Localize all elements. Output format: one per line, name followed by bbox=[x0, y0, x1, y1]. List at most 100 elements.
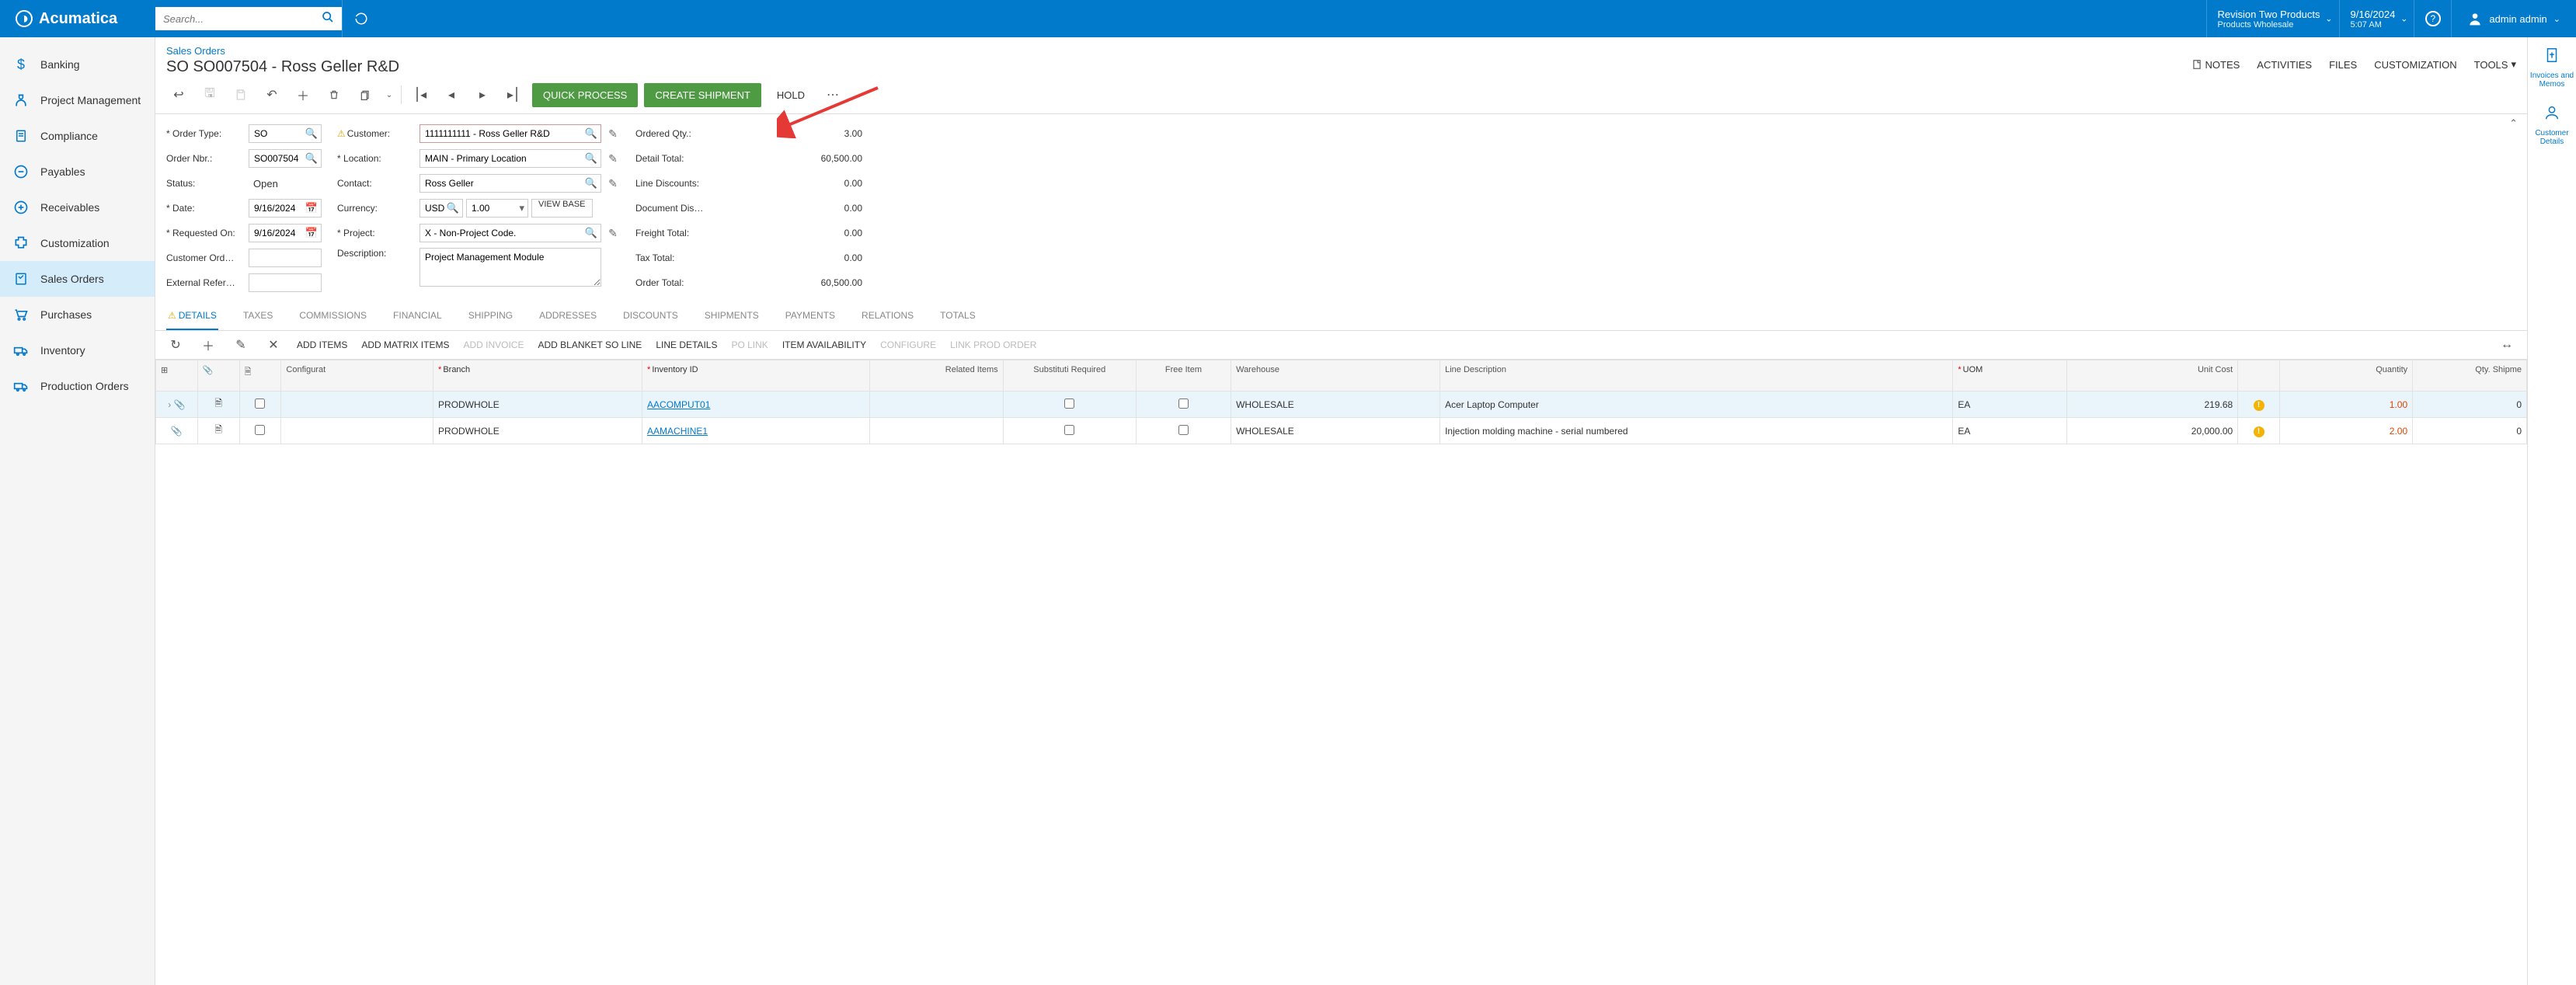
customer-ord-input[interactable] bbox=[249, 249, 322, 267]
cell-free-item[interactable] bbox=[1136, 418, 1231, 444]
requested-on-input[interactable]: 📅 bbox=[249, 224, 322, 242]
col-uom[interactable]: UOM bbox=[1953, 360, 2067, 392]
col-related-items[interactable]: Related Items bbox=[870, 360, 1003, 392]
cell-unit-cost[interactable]: 219.68 bbox=[2067, 392, 2238, 418]
cell-unit-cost[interactable]: 20,000.00 bbox=[2067, 418, 2238, 444]
view-base-button[interactable]: VIEW BASE bbox=[531, 199, 593, 218]
sidebar-item-receivables[interactable]: Receivables bbox=[0, 190, 155, 225]
cell-free-item[interactable] bbox=[1136, 392, 1231, 418]
line-details-button[interactable]: LINE DETAILS bbox=[656, 339, 717, 350]
cell-substituti[interactable] bbox=[1003, 418, 1136, 444]
calendar-icon[interactable]: 📅 bbox=[305, 202, 318, 214]
row-expand-icon[interactable]: › bbox=[168, 399, 171, 410]
cell-qty-shipme[interactable]: 0 bbox=[2413, 418, 2527, 444]
global-search[interactable] bbox=[155, 7, 342, 30]
add-matrix-items-button[interactable]: ADD MATRIX ITEMS bbox=[361, 339, 449, 350]
cell-substituti[interactable] bbox=[1003, 392, 1136, 418]
tab-shipments[interactable]: SHIPMENTS bbox=[703, 302, 761, 330]
search-input[interactable] bbox=[163, 13, 322, 25]
grid-edit-button[interactable]: ✎ bbox=[231, 337, 250, 353]
lookup-icon[interactable]: 🔍 bbox=[585, 152, 597, 165]
quick-process-button[interactable]: QUICK PROCESS bbox=[532, 83, 638, 107]
order-nbr-input[interactable]: 🔍 bbox=[249, 149, 322, 168]
add-items-button[interactable]: ADD ITEMS bbox=[297, 339, 347, 350]
grid-add-button[interactable]: ＋ bbox=[199, 336, 218, 354]
edit-icon[interactable]: ✎ bbox=[606, 177, 620, 190]
edit-icon[interactable]: ✎ bbox=[606, 227, 620, 240]
grid-delete-button[interactable]: ✕ bbox=[264, 337, 283, 353]
col-quantity[interactable]: Quantity bbox=[2279, 360, 2412, 392]
item-availability-button[interactable]: ITEM AVAILABILITY bbox=[782, 339, 866, 350]
notes-action[interactable]: NOTES bbox=[2191, 59, 2240, 71]
project-input[interactable]: 🔍 bbox=[419, 224, 601, 242]
external-ref-input[interactable] bbox=[249, 273, 322, 292]
row-attach-icon[interactable]: 📎 bbox=[156, 418, 198, 444]
customer-input[interactable]: 🔍 bbox=[419, 124, 601, 143]
col-branch[interactable]: Branch bbox=[433, 360, 642, 392]
cell-inventory-id[interactable]: AAMACHINE1 bbox=[642, 418, 870, 444]
cell-uom[interactable]: EA bbox=[1953, 392, 2067, 418]
refresh-button[interactable] bbox=[342, 0, 379, 37]
col-substituti[interactable]: Substituti Required bbox=[1003, 360, 1136, 392]
collapse-form-icon[interactable]: ⌃ bbox=[2509, 117, 2518, 130]
edit-icon[interactable]: ✎ bbox=[606, 127, 620, 141]
location-input[interactable]: 🔍 bbox=[419, 149, 601, 168]
col-configurat[interactable]: Configurat bbox=[281, 360, 433, 392]
row-note-icon[interactable]: 🗎 bbox=[197, 392, 239, 418]
order-type-input[interactable]: 🔍 bbox=[249, 124, 322, 143]
tab-financial[interactable]: FINANCIAL bbox=[392, 302, 444, 330]
col-line-description[interactable]: Line Description bbox=[1440, 360, 1953, 392]
lookup-icon[interactable]: 🔍 bbox=[585, 177, 597, 190]
lookup-icon[interactable]: 🔍 bbox=[305, 152, 318, 165]
sidebar-item-production-orders[interactable]: Production Orders bbox=[0, 368, 155, 404]
edit-icon[interactable]: ✎ bbox=[606, 152, 620, 165]
sidebar-item-customization[interactable]: Customization bbox=[0, 225, 155, 261]
brand-logo[interactable]: ◑ Acumatica bbox=[0, 10, 155, 28]
sidebar-item-banking[interactable]: $ Banking bbox=[0, 47, 155, 82]
tab-relations[interactable]: RELATIONS bbox=[860, 302, 915, 330]
breadcrumb[interactable]: Sales Orders bbox=[155, 37, 2527, 57]
col-expand[interactable]: ⊞ bbox=[156, 360, 198, 392]
col-notes[interactable]: 🗎 bbox=[239, 360, 281, 392]
sidebar-item-payables[interactable]: Payables bbox=[0, 154, 155, 190]
clipboard-button[interactable] bbox=[353, 82, 378, 107]
cell-line-description[interactable]: Acer Laptop Computer bbox=[1440, 392, 1953, 418]
cell-line-description[interactable]: Injection molding machine - serial numbe… bbox=[1440, 418, 1953, 444]
lookup-icon[interactable]: 🔍 bbox=[585, 227, 597, 239]
cell-quantity[interactable]: 1.00 bbox=[2279, 392, 2412, 418]
lookup-icon[interactable]: 🔍 bbox=[305, 127, 318, 140]
prev-button[interactable]: ◂ bbox=[439, 82, 464, 107]
currency-rate-input[interactable]: ▾ bbox=[466, 199, 528, 218]
col-warehouse[interactable]: Warehouse bbox=[1231, 360, 1440, 392]
cell-configurat[interactable] bbox=[281, 392, 433, 418]
sidebar-item-project-management[interactable]: Project Management bbox=[0, 82, 155, 118]
cell-branch[interactable]: PRODWHOLE bbox=[433, 392, 642, 418]
tab-discounts[interactable]: DISCOUNTS bbox=[621, 302, 680, 330]
last-button[interactable]: ▸⎮ bbox=[501, 82, 526, 107]
cell-configurat[interactable] bbox=[281, 418, 433, 444]
cell-warehouse[interactable]: WHOLESALE bbox=[1231, 418, 1440, 444]
cell-warehouse[interactable]: WHOLESALE bbox=[1231, 392, 1440, 418]
row-checkbox[interactable] bbox=[239, 392, 281, 418]
caret-down-icon[interactable]: ▾ bbox=[519, 202, 524, 214]
datetime-selector[interactable]: 9/16/2024 5:07 AM ⌄ bbox=[2339, 0, 2414, 37]
description-input[interactable] bbox=[419, 248, 601, 287]
save-close-button[interactable]: 🖫 bbox=[197, 82, 222, 107]
files-action[interactable]: FILES bbox=[2329, 59, 2357, 71]
tab-addresses[interactable]: ADDRESSES bbox=[538, 302, 598, 330]
tools-action[interactable]: TOOLS ▾ bbox=[2474, 58, 2516, 71]
date-input[interactable]: 📅 bbox=[249, 199, 322, 218]
cell-quantity[interactable]: 2.00 bbox=[2279, 418, 2412, 444]
cell-related-items[interactable] bbox=[870, 418, 1003, 444]
cell-related-items[interactable] bbox=[870, 392, 1003, 418]
col-free-item[interactable]: Free Item bbox=[1136, 360, 1231, 392]
sidebar-item-sales-orders[interactable]: Sales Orders bbox=[0, 261, 155, 297]
clipboard-caret[interactable]: ⌄ bbox=[384, 82, 395, 107]
col-attach[interactable]: 📎 bbox=[197, 360, 239, 392]
col-unit-cost[interactable]: Unit Cost bbox=[2067, 360, 2238, 392]
lookup-icon[interactable]: 🔍 bbox=[447, 202, 459, 214]
col-qty-shipme[interactable]: Qty. Shipme bbox=[2413, 360, 2527, 392]
table-row[interactable]: › 📎 🗎 PRODWHOLE AACOMPUT01 WHOLESALE Ace… bbox=[156, 392, 2527, 418]
sidebar-item-purchases[interactable]: Purchases bbox=[0, 297, 155, 332]
cell-inventory-id[interactable]: AACOMPUT01 bbox=[642, 392, 870, 418]
